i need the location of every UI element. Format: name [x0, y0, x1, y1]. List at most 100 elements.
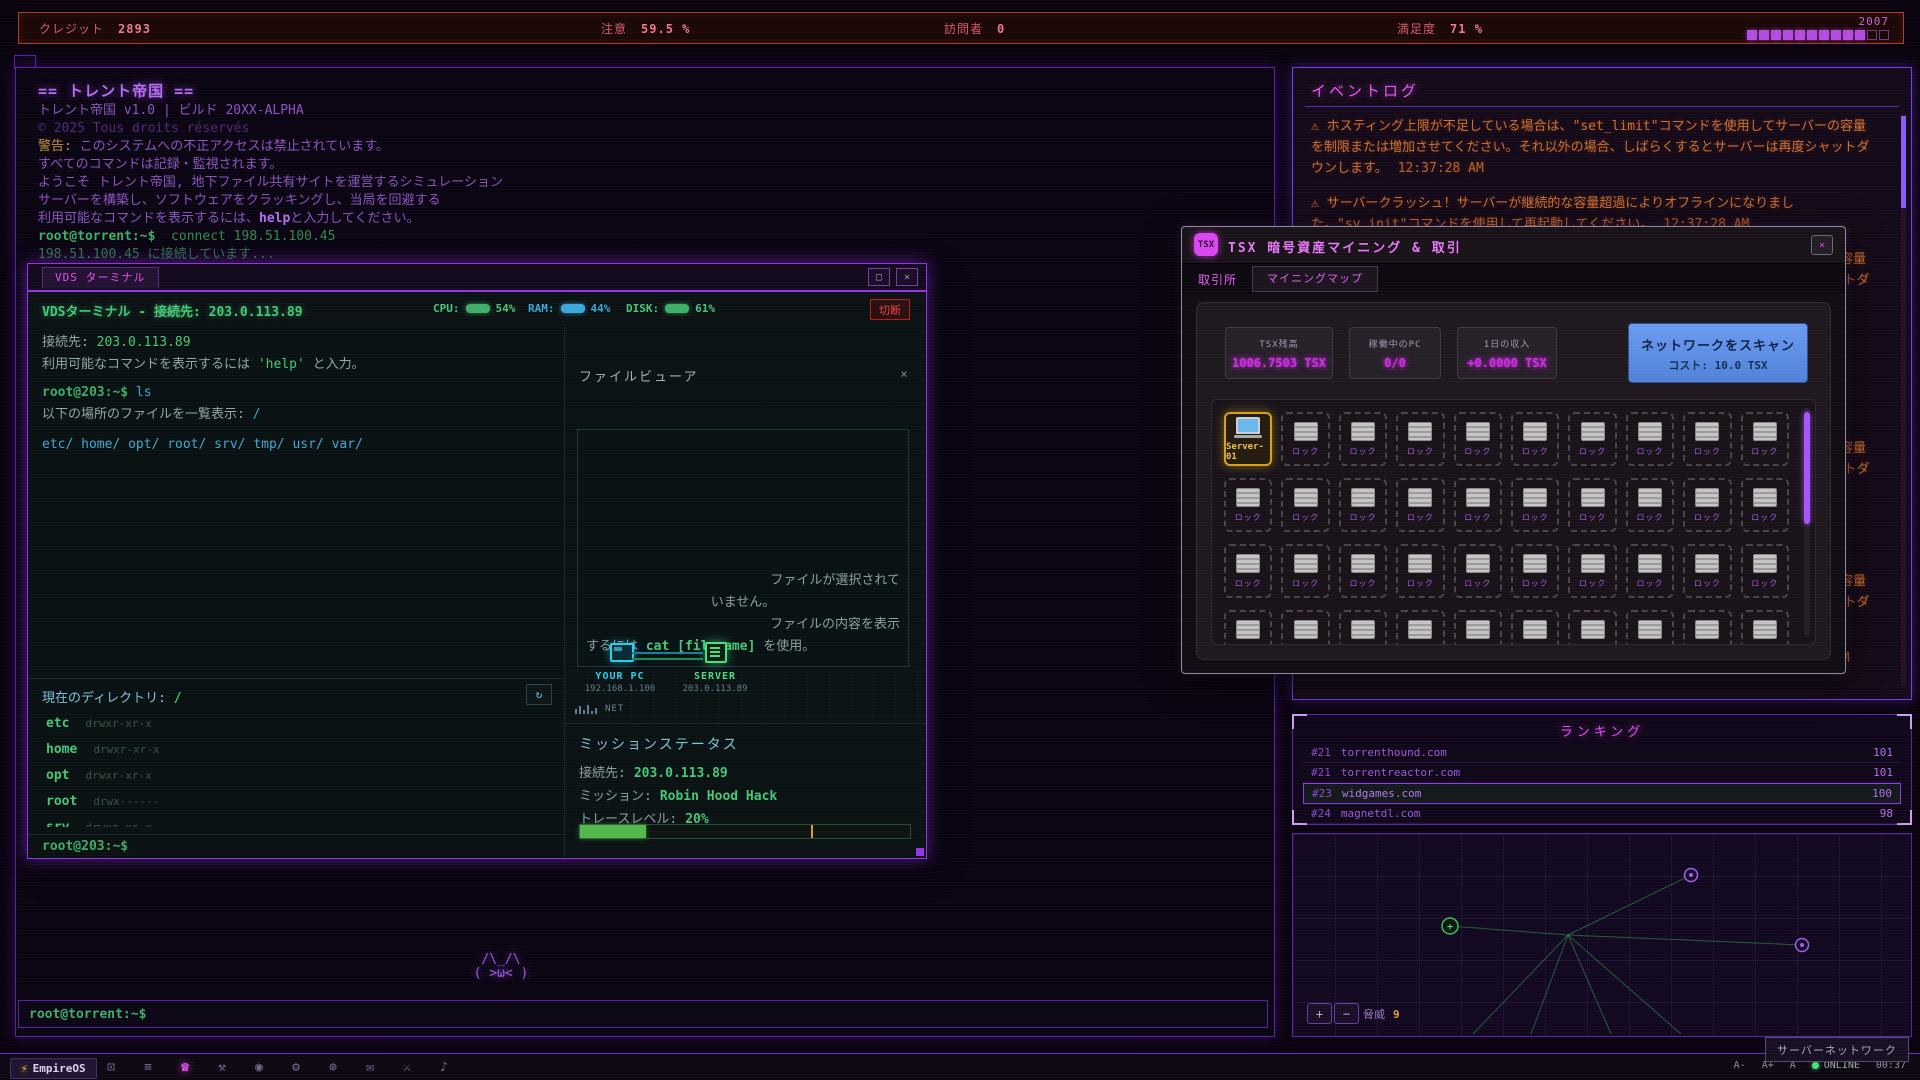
tab-exchange[interactable]: 取引所: [1198, 271, 1237, 288]
main-command-input[interactable]: root@torrent:~$: [18, 1000, 1268, 1028]
directory-row[interactable]: optdrwxr-xr-x: [28, 761, 564, 787]
vds-maximize-button[interactable]: □: [868, 268, 890, 286]
event-log-scrollbar[interactable]: [1901, 114, 1906, 686]
scan-button-label: ネットワークをスキャン: [1629, 335, 1807, 354]
zoom-out-button[interactable]: −: [1334, 1003, 1359, 1024]
server-card-locked[interactable]: ロック: [1281, 610, 1329, 645]
server-card-locked[interactable]: ロック: [1511, 544, 1559, 598]
server-card-locked[interactable]: ロック: [1741, 412, 1789, 466]
graph-node-green: +: [1442, 918, 1458, 934]
server-card-locked[interactable]: ロック: [1339, 478, 1387, 532]
server-card-locked[interactable]: ロック: [1224, 478, 1272, 532]
graph-canvas[interactable]: +: [1293, 834, 1909, 1034]
tsx-titlebar[interactable]: TSX TSX 暗号資産マイニング & 取引 ×: [1182, 227, 1845, 264]
directory-row[interactable]: homedrwxr-xr-x: [28, 735, 564, 761]
directory-row[interactable]: rootdrwx------: [28, 787, 564, 813]
music-icon[interactable]: ♪: [433, 1057, 455, 1077]
server-card-locked[interactable]: ロック: [1741, 478, 1789, 532]
server-card-locked[interactable]: ロック: [1281, 412, 1329, 466]
ram-value: 44%: [591, 302, 611, 315]
display-icon[interactable]: ⊡: [100, 1057, 122, 1077]
server-card-locked[interactable]: ロック: [1281, 544, 1329, 598]
server-card-locked[interactable]: ロック: [1511, 412, 1559, 466]
scan-network-button[interactable]: ネットワークをスキャン コスト: 10.0 TSX: [1628, 323, 1808, 383]
server-card-locked[interactable]: ロック: [1224, 544, 1272, 598]
server-card-locked[interactable]: ロック: [1396, 412, 1444, 466]
cpu-label: CPU:: [433, 302, 460, 315]
tools-icon[interactable]: ⚒: [211, 1057, 233, 1077]
server-card-locked[interactable]: ロック: [1741, 610, 1789, 645]
combat-icon[interactable]: ⚔: [396, 1057, 418, 1077]
server-card-locked[interactable]: ロック: [1683, 478, 1731, 532]
trace-progress-bar: [579, 824, 911, 839]
mission-connection-row: 接続先:203.0.113.89: [579, 762, 728, 781]
ram-meter: [561, 304, 585, 313]
ranking-row[interactable]: #23widgames.com100: [1303, 783, 1901, 804]
server-card-locked[interactable]: ロック: [1626, 544, 1674, 598]
server-card-locked[interactable]: ロック: [1626, 478, 1674, 532]
ranking-row[interactable]: #21torrentreactor.com101: [1303, 763, 1901, 783]
server-card-locked[interactable]: ロック: [1683, 610, 1731, 645]
server-card-locked[interactable]: ロック: [1339, 412, 1387, 466]
ranking-row[interactable]: #24magnetdl.com98: [1303, 804, 1901, 824]
phone-icon[interactable]: ☎: [174, 1057, 196, 1077]
locked-server-icon: [1638, 488, 1662, 507]
vds-close-button[interactable]: ×: [896, 268, 918, 286]
server-card-locked[interactable]: ロック: [1511, 610, 1559, 645]
font-decrease-button[interactable]: A-: [1734, 1060, 1746, 1071]
server-card-locked[interactable]: ロック: [1568, 610, 1616, 645]
zoom-in-button[interactable]: +: [1307, 1003, 1332, 1024]
settings-icon[interactable]: ⚙: [285, 1057, 307, 1077]
server-icon: [705, 642, 727, 663]
server-card-locked[interactable]: ロック: [1339, 544, 1387, 598]
resize-grip[interactable]: [916, 848, 924, 856]
clipboard-icon[interactable]: ≡: [137, 1057, 159, 1077]
server-network-button[interactable]: サーバーネットワーク: [1765, 1037, 1909, 1062]
directory-row[interactable]: srvdrwxr-xr-x: [28, 813, 564, 827]
vds-titlebar[interactable]: VDS ターミナル □ ×: [28, 264, 926, 292]
server-card-locked[interactable]: ロック: [1683, 412, 1731, 466]
locked-server-icon: [1408, 554, 1432, 573]
daily-income-value: +0.0000 TSX: [1458, 356, 1556, 370]
viewer-empty-line2: いません。: [586, 592, 900, 614]
server-card-locked[interactable]: ロック: [1396, 544, 1444, 598]
server-card-locked[interactable]: ロック: [1568, 478, 1616, 532]
attention-stat: 注意59.5 %: [601, 20, 690, 37]
server-card-locked[interactable]: ロック: [1224, 610, 1272, 645]
server-card-locked[interactable]: ロック: [1683, 544, 1731, 598]
server-card-locked[interactable]: ロック: [1626, 412, 1674, 466]
network-icon[interactable]: ⊕: [322, 1057, 344, 1077]
refresh-icon[interactable]: ↻: [526, 684, 552, 705]
vds-tab[interactable]: VDS ターミナル: [42, 267, 159, 288]
server-card-locked[interactable]: ロック: [1568, 412, 1616, 466]
server-card-locked[interactable]: ロック: [1626, 610, 1674, 645]
server-card-locked[interactable]: ロック: [1741, 544, 1789, 598]
ranking-row[interactable]: #21torrenthound.com101: [1303, 743, 1901, 763]
server-card-locked[interactable]: ロック: [1454, 610, 1502, 645]
server-card-locked[interactable]: ロック: [1454, 412, 1502, 466]
server-card-locked[interactable]: ロック: [1396, 610, 1444, 645]
locked-label: ロック: [1235, 578, 1262, 589]
server-card-locked[interactable]: ロック: [1396, 478, 1444, 532]
server-card-locked[interactable]: ロック: [1454, 478, 1502, 532]
directory-row[interactable]: etcdrwxr-xr-x: [28, 709, 564, 735]
os-menu-button[interactable]: ⚡ EmpireOS: [10, 1058, 97, 1079]
record-icon[interactable]: ◉: [248, 1057, 270, 1077]
server-card-locked[interactable]: ロック: [1454, 544, 1502, 598]
disconnect-button[interactable]: 切断: [870, 299, 910, 320]
net-label: NET: [605, 704, 624, 714]
grid-scrollbar[interactable]: [1804, 408, 1810, 636]
tab-mining-map[interactable]: マイニングマップ: [1252, 266, 1378, 292]
scrollbar-thumb[interactable]: [1804, 412, 1810, 524]
server-card-locked[interactable]: ロック: [1511, 478, 1559, 532]
file-viewer-close-icon[interactable]: ×: [896, 366, 912, 382]
tsx-close-button[interactable]: ×: [1811, 235, 1833, 255]
server-card-locked[interactable]: ロック: [1568, 544, 1616, 598]
mail-icon[interactable]: ✉: [359, 1057, 381, 1077]
server-card-locked[interactable]: ロック: [1339, 610, 1387, 645]
vds-command-input[interactable]: root@203:~$: [28, 834, 564, 857]
server-card-active[interactable]: Server-01: [1224, 412, 1272, 466]
server-card-locked[interactable]: ロック: [1281, 478, 1329, 532]
scrollbar-thumb[interactable]: [1901, 116, 1906, 208]
tsx-content: TSX残高 1006.7503 TSX 稼働中のPC 0/0 1日の収入 +0.…: [1182, 294, 1845, 673]
